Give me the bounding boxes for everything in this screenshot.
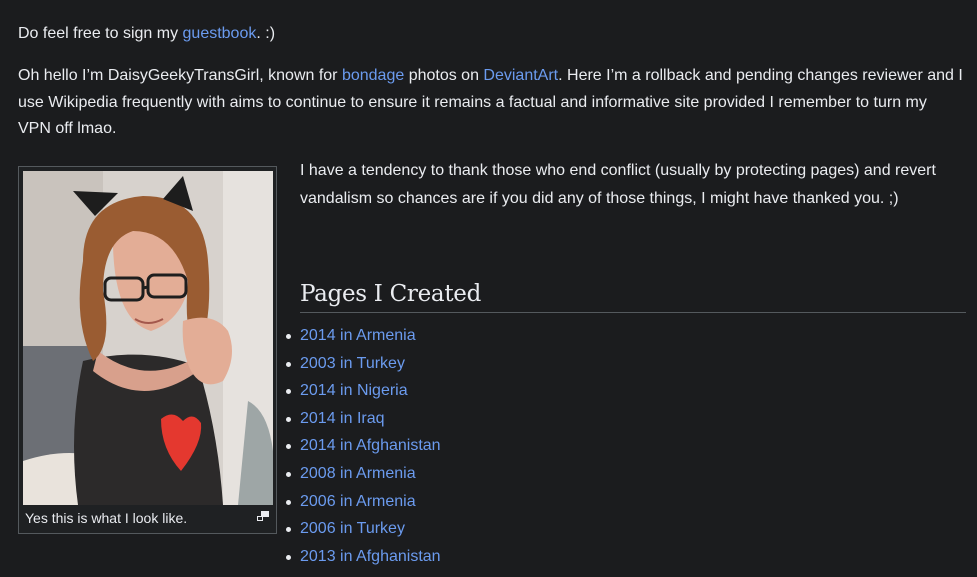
bondage-link[interactable]: bondage	[342, 67, 404, 84]
page-link-2014-nigeria[interactable]: 2014 in Nigeria	[300, 382, 408, 399]
list-item: 2013 in Afghanistan	[286, 543, 441, 571]
pages-created-list: 2014 in Armenia 2003 in Turkey 2014 in N…	[286, 322, 441, 571]
list-item: 2014 in Afghanistan	[286, 432, 441, 460]
list-item: 2014 in Iraq	[286, 405, 441, 433]
list-item: 2006 in Turkey	[286, 515, 441, 543]
bio-text-start: Oh hello I’m DaisyGeekyTransGirl, known …	[18, 67, 342, 84]
guestbook-invite: Do feel free to sign my guestbook. :)	[18, 21, 963, 48]
deviantart-link[interactable]: DeviantArt	[483, 67, 558, 84]
list-item: 2014 in Nigeria	[286, 377, 441, 405]
bio-paragraph: Oh hello I’m DaisyGeekyTransGirl, known …	[18, 63, 963, 143]
page-link-2006-armenia[interactable]: 2006 in Armenia	[300, 493, 416, 510]
list-item: 2006 in Armenia	[286, 488, 441, 516]
page-link-2013-afghanistan[interactable]: 2013 in Afghanistan	[300, 548, 441, 565]
intro-text-end: . :)	[256, 25, 276, 42]
page-link-2014-afghanistan[interactable]: 2014 in Afghanistan	[300, 437, 441, 454]
page-link-2014-armenia[interactable]: 2014 in Armenia	[300, 327, 416, 344]
list-item: 2014 in Armenia	[286, 322, 441, 350]
image-caption: Yes this is what I look like.	[25, 510, 188, 526]
page-link-2006-turkey[interactable]: 2006 in Turkey	[300, 520, 405, 537]
profile-photo[interactable]	[23, 171, 273, 505]
magnify-icon[interactable]	[257, 511, 269, 521]
profile-image-frame: Yes this is what I look like.	[18, 166, 277, 534]
intro-text: Do feel free to sign my	[18, 25, 183, 42]
page-link-2014-iraq[interactable]: 2014 in Iraq	[300, 410, 385, 427]
bio-text-middle: photos on	[404, 67, 484, 84]
list-item: 2008 in Armenia	[286, 460, 441, 488]
thanks-paragraph: I have a tendency to thank those who end…	[300, 162, 936, 207]
pages-created-heading: Pages I Created	[300, 281, 966, 313]
list-item: 2003 in Turkey	[286, 350, 441, 378]
page-link-2003-turkey[interactable]: 2003 in Turkey	[300, 355, 405, 372]
guestbook-link[interactable]: guestbook	[183, 25, 257, 42]
page-link-2008-armenia[interactable]: 2008 in Armenia	[300, 465, 416, 482]
